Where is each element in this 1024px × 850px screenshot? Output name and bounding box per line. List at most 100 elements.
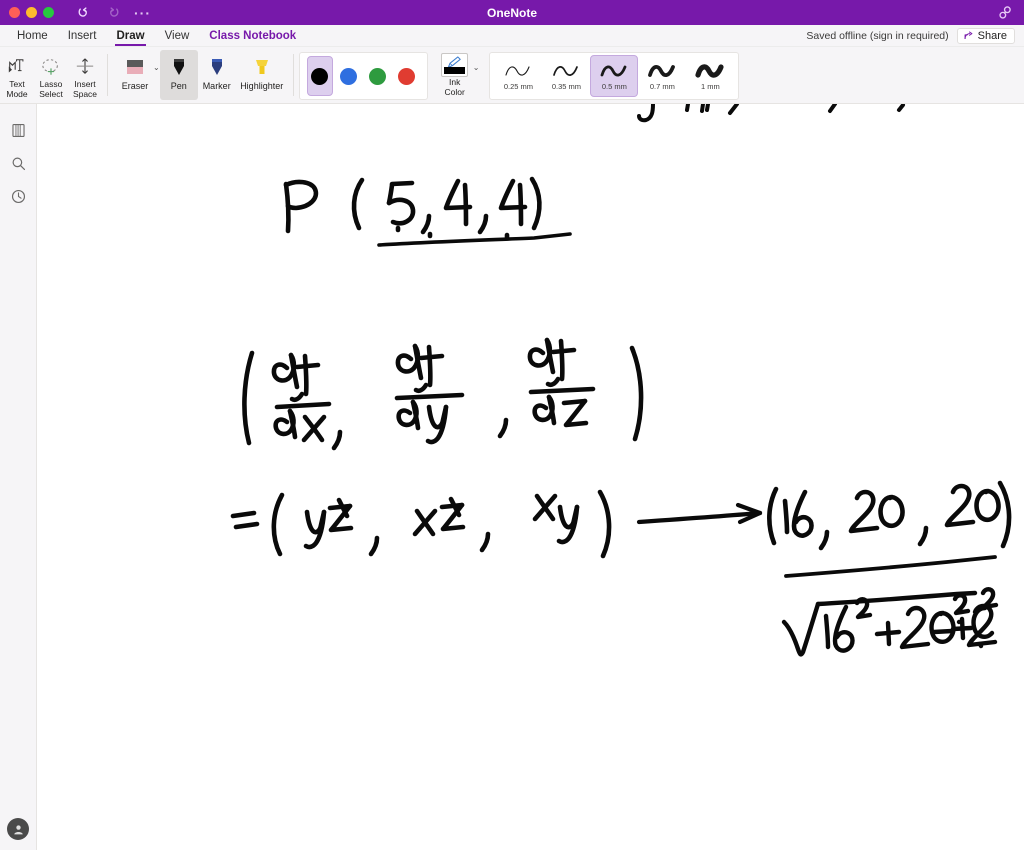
close-window-button[interactable] (9, 7, 20, 18)
eraser-dropdown-chevron-down-icon[interactable]: ⌄ (153, 63, 160, 72)
text-mode-label-2: Mode (6, 88, 28, 99)
ink-fraction-bar (784, 555, 997, 578)
pen-button[interactable]: Pen (159, 50, 198, 100)
share-button[interactable]: Share (956, 27, 1015, 44)
ink-gradient (242, 337, 644, 451)
ink-color-icon (441, 53, 469, 77)
ink-color-label-2: Color (444, 86, 465, 97)
thickness-label-0-25mm: 0.25 mm (503, 82, 533, 91)
note-canvas[interactable] (37, 104, 1024, 850)
tab-draw[interactable]: Draw (106, 25, 154, 46)
ink-top-cutoff (637, 104, 905, 123)
recent-icon (11, 189, 25, 204)
text-mode-label-1: Text (9, 79, 25, 89)
tab-class-notebook-label: Class Notebook (209, 29, 297, 42)
minimize-window-button[interactable] (26, 7, 37, 18)
thickness-label-0-5mm: 0.5 mm (601, 82, 627, 91)
ink-color-chevron-down-icon[interactable]: ⌄ (473, 63, 480, 72)
notebooks-icon (11, 123, 25, 138)
pen-tool-group: Eraser ⌄ Pen Marker Highlighter (116, 50, 288, 100)
eraser-icon (123, 54, 147, 80)
thickness-label-0-35mm: 0.35 mm (551, 82, 581, 91)
onenote-window: ··· OneNote Home Insert Draw View Class … (0, 0, 1024, 850)
insert-space-label-2: Space (72, 88, 98, 99)
title-bar: ··· OneNote (0, 0, 1024, 25)
pen-icon (167, 54, 191, 80)
tab-insert-label: Insert (67, 29, 97, 42)
thickness-option-0-5mm[interactable]: 0.5 mm (590, 55, 639, 97)
highlighter-label: Highlighter (240, 81, 284, 91)
lasso-select-label-1: Lasso (39, 79, 63, 89)
marker-label: Marker (202, 81, 231, 91)
ribbon-divider-2 (292, 54, 294, 96)
user-avatar-icon (13, 824, 23, 834)
eraser-tool-wrapper: Eraser ⌄ (116, 50, 160, 100)
thickness-option-1mm[interactable]: 1 mm (686, 55, 734, 97)
thickness-option-0-25mm[interactable]: 0.25 mm (494, 55, 542, 97)
ink-color-swatch-card (298, 52, 428, 100)
ribbon-tab-bar: Home Insert Draw View Class Notebook Sav… (0, 25, 1024, 47)
sidebar-item-search[interactable] (3, 147, 33, 180)
tab-view[interactable]: View (155, 25, 200, 46)
maximize-window-button[interactable] (43, 7, 54, 18)
eraser-label: Eraser (121, 81, 149, 91)
tab-home[interactable]: Home (7, 25, 58, 46)
thickness-option-0-35mm[interactable]: 0.35 mm (542, 55, 590, 97)
insert-space-button[interactable]: Insert Space (68, 50, 102, 100)
ink-denominator (781, 587, 999, 657)
tab-insert[interactable]: Insert (58, 25, 107, 46)
link-chain-icon[interactable] (996, 4, 1014, 22)
ink-color-wrapper: Ink Color ⌄ (436, 50, 480, 97)
tab-class-notebook[interactable]: Class Notebook (199, 25, 306, 46)
pen-label: Pen (170, 81, 187, 91)
handwritten-ink-layer (37, 104, 1024, 850)
color-swatch-black[interactable] (306, 56, 333, 96)
insert-space-icon (74, 54, 96, 79)
highlighter-button[interactable]: Highlighter (236, 50, 288, 100)
mode-button-group: Text Mode Lasso Select Insert Space (0, 50, 102, 104)
text-mode-icon (6, 54, 28, 79)
ink-color-current-swatch (444, 67, 466, 74)
marker-button[interactable]: Marker (198, 50, 236, 100)
stroke-preview-icon (648, 65, 676, 77)
ribbon-divider-1 (107, 54, 108, 96)
share-arrow-icon (964, 31, 973, 39)
sidebar-item-recent[interactable] (3, 180, 33, 213)
ink-color-label-1: Ink (449, 77, 461, 87)
thickness-label-1mm: 1 mm (701, 82, 720, 91)
main-body (0, 104, 1024, 850)
left-navigation-rail (0, 104, 37, 850)
stroke-preview-icon (553, 66, 579, 76)
lasso-select-icon (40, 54, 62, 79)
ink-point-p-underline (377, 232, 572, 247)
app-title: OneNote (486, 5, 537, 20)
quick-access-toolbar: ··· (76, 4, 151, 21)
color-swatch-blue[interactable] (336, 56, 362, 96)
save-status-text: Saved offline (sign in required) (806, 29, 949, 42)
tab-draw-label: Draw (116, 29, 145, 42)
sidebar-item-notebooks[interactable] (3, 114, 33, 147)
more-options-icon[interactable]: ··· (134, 6, 151, 20)
color-swatch-red[interactable] (394, 56, 420, 96)
thickness-option-0-7mm[interactable]: 0.7 mm (638, 55, 686, 97)
stroke-preview-icon (601, 65, 627, 77)
titlebar-right-controls (996, 4, 1024, 22)
color-swatch-list (300, 56, 427, 96)
insert-space-label-1: Insert (74, 79, 96, 89)
tab-view-label: View (164, 29, 190, 42)
redo-arrow-icon[interactable] (104, 4, 121, 21)
marker-icon (205, 54, 229, 80)
share-button-label: Share (977, 29, 1007, 42)
text-mode-button[interactable]: Text Mode (0, 50, 34, 100)
pen-thickness-card: 0.25 mm 0.35 mm 0.5 mm 0.7 mm 1 mm (489, 52, 740, 100)
red-dot-icon (398, 67, 416, 85)
highlighter-icon (250, 54, 274, 80)
blue-dot-icon (340, 67, 358, 85)
green-dot-icon (369, 67, 387, 85)
avatar[interactable] (7, 818, 29, 840)
undo-arrow-icon[interactable] (76, 4, 93, 21)
lasso-select-button[interactable]: Lasso Select (34, 50, 68, 100)
eraser-button[interactable]: Eraser (116, 50, 154, 100)
color-swatch-green[interactable] (365, 56, 391, 96)
ink-color-button[interactable]: Ink Color (436, 50, 474, 97)
